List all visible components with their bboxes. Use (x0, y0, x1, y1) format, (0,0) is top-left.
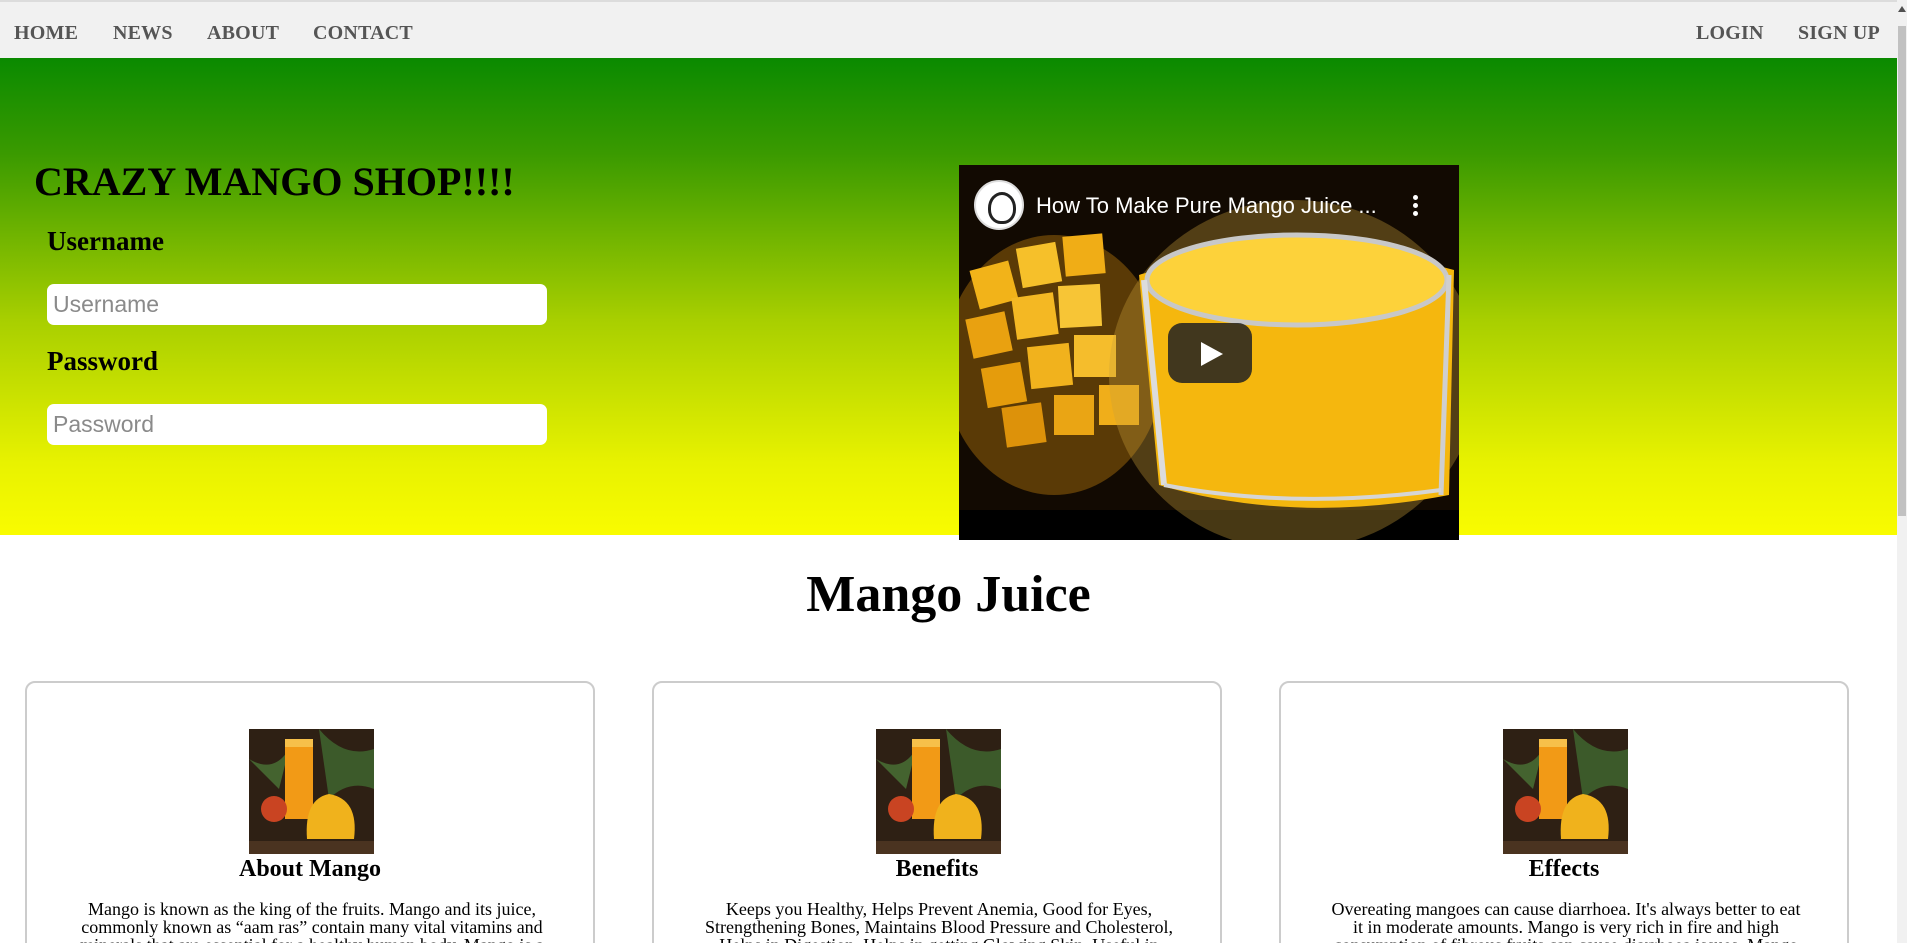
password-label: Password (47, 346, 159, 376)
password-input[interactable] (47, 404, 547, 445)
card-text: Overeating mangoes can cause diarrhoea. … (1331, 899, 1801, 943)
nav-contact-link[interactable]: CONTACT (313, 22, 413, 45)
nav-signup-link[interactable]: SIGN UP (1798, 22, 1880, 45)
card-text: Mango is known as the king of the fruits… (80, 899, 544, 943)
card-text: Keeps you Healthy, Helps Prevent Anemia,… (705, 899, 1173, 943)
nav-login-link[interactable]: LOGIN (1696, 22, 1764, 45)
youtube-video-embed[interactable]: How To Make Pure Mango Juice ... (959, 165, 1459, 540)
card-title: About Mango (238, 856, 382, 882)
play-button[interactable] (1168, 323, 1252, 383)
card-effects: Effects Overeating mangoes can cause dia… (1279, 681, 1849, 943)
nav-home-link[interactable]: HOME (14, 22, 78, 45)
username-input[interactable] (47, 284, 547, 325)
mango-juice-image (876, 729, 1001, 854)
card-about-mango: About Mango Mango is known as the king o… (25, 681, 595, 943)
card-benefits: Benefits Keeps you Healthy, Helps Preven… (652, 681, 1222, 943)
channel-avatar[interactable] (974, 180, 1024, 230)
page-scrollbar[interactable] (1897, 0, 1907, 943)
scrollbar-thumb[interactable] (1898, 26, 1906, 516)
nav-about-link[interactable]: ABOUT (207, 22, 279, 45)
section-title: Mango Juice (806, 566, 1091, 623)
nav-news-link[interactable]: NEWS (113, 22, 173, 45)
mango-juice-image (249, 729, 374, 854)
more-options-icon[interactable] (1413, 195, 1419, 219)
hero-banner: CRAZY MANGO SHOP!!!! Username Password (0, 58, 1897, 540)
card-title: Effects (1528, 856, 1600, 882)
video-title[interactable]: How To Make Pure Mango Juice ... (1036, 193, 1377, 219)
mango-juice-image (1503, 729, 1628, 854)
username-label: Username (47, 226, 164, 256)
scroll-up-arrow-icon[interactable] (1898, 6, 1906, 12)
card-title: Benefits (895, 856, 979, 882)
top-navbar: HOME NEWS ABOUT CONTACT LOGIN SIGN UP (0, 0, 1897, 58)
shop-title: CRAZY MANGO SHOP!!!! (34, 159, 515, 204)
